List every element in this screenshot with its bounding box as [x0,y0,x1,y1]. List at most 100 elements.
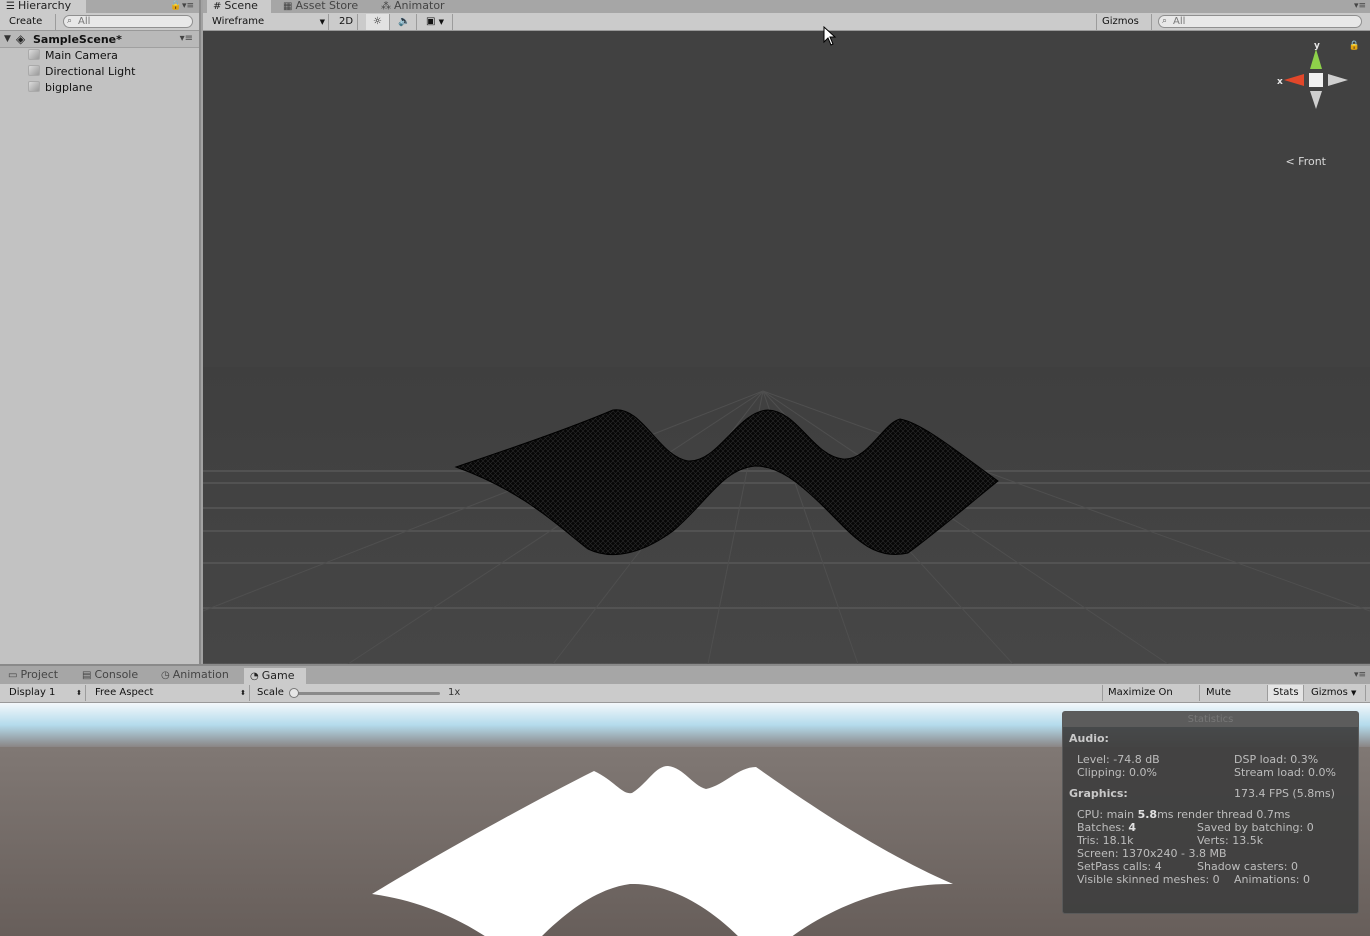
scene-toolbar: Wireframe ▼ 2D ☼ 🔈 ▣ ▼ Gizmos ▼ ⌕ All [203,13,1370,42]
center-cube[interactable] [1309,73,1323,87]
tab-animation[interactable]: ◷ Animation [155,669,241,682]
neg-y-axis-cone[interactable] [1310,91,1322,109]
game-gizmos-dropdown[interactable]: Gizmos ▼ [1306,685,1366,701]
hierarchy-toolbar: Create ▼ ⌕ All [0,13,199,42]
hierarchy-item[interactable]: bigplane [28,80,93,96]
list-icon: ☰ [6,1,15,12]
display-dropdown[interactable]: Display 1 ⬍ [4,685,86,701]
saved-by-batching: Saved by batching: 0 [1197,821,1314,834]
scene-tabstrip: # Scene ▦ Asset Store ⁂ Animator ▾≡ [203,0,1370,13]
cpu-suffix: ms render thread 0.7ms [1157,808,1291,821]
animator-icon: ⁂ [381,1,391,12]
create-dropdown[interactable]: Create ▼ [4,14,56,42]
scale-slider-knob[interactable] [289,688,299,698]
hierarchy-item[interactable]: Directional Light [28,64,135,80]
lock-icon[interactable]: 🔒 [170,1,181,11]
setpass-calls: SetPass calls: 4 [1077,860,1162,873]
shading-mode-dropdown[interactable]: Wireframe ▼ [207,14,329,30]
scale-value: 1x [448,687,461,698]
statistics-overlay: Statistics Audio: Level: -74.8 dB DSP lo… [1062,711,1359,914]
audio-clipping: Clipping: 0.0% [1077,766,1157,779]
bottom-tabstrip: ▭ Project ▤ Console ◷ Animation ◔ Game ▾≡ [0,666,1370,684]
panel-menu-icon[interactable]: ▾≡ [182,1,194,11]
scene-menu-icon[interactable]: ▾≡ [180,33,193,44]
gizmos-label: Gizmos [1102,16,1139,27]
mute-audio-toggle[interactable]: Mute Audio [1201,685,1268,714]
panel-menu-icon[interactable]: ▾≡ [1354,670,1366,680]
scene-panel: # Scene ▦ Asset Store ⁂ Animator ▾≡ Wirefra… [203,0,1370,664]
aspect-label: Free Aspect [95,687,154,698]
hierarchy-panel: ☰Hierarchy 🔒 ▾≡ Create ▼ ⌕ All ▼ ◈ Sample… [0,0,201,664]
scene-search-input[interactable]: ⌕ All [1158,15,1362,28]
display-label: Display 1 [9,687,56,698]
mouse-cursor-icon [823,26,837,46]
x-axis-cone[interactable] [1284,74,1304,86]
x-axis-label: x [1277,77,1283,87]
scene-render [203,31,1370,664]
tab-game-label: Game [261,669,295,682]
statistics-title: Statistics [1063,712,1358,727]
tab-project[interactable]: ▭ Project [2,669,74,682]
folder-icon: ▭ [8,670,18,681]
updown-arrow-icon: ⬍ [76,689,82,697]
speaker-icon: 🔈 [398,16,411,27]
dropdown-arrow-icon: ▼ [438,18,445,26]
floor-backdrop [203,367,1370,664]
toggle-2d-button[interactable]: 2D [334,14,358,30]
tab-hierarchy[interactable]: ☰ Hierarchy [0,0,86,13]
store-icon: ▦ [283,1,293,12]
gameobject-icon [28,49,40,60]
lighting-toggle[interactable]: ☼ [366,14,390,30]
scene-viewport[interactable]: y x 🔒 < Front [203,31,1370,664]
animations-count: Animations: 0 [1234,873,1311,886]
scene-gizmos-dropdown[interactable]: Gizmos ▼ [1096,14,1152,42]
gizmo-lock-icon[interactable]: 🔒 [1349,41,1360,51]
batches-readout: Batches: 4 [1077,821,1136,834]
hierarchy-item-label: bigplane [45,81,93,94]
tab-project-label: Project [20,668,59,681]
tab-console[interactable]: ▤ Console [76,669,152,682]
scene-search-placeholder: All [1173,16,1186,27]
tab-asset-store[interactable]: ▦ Asset Store [277,0,367,13]
tab-asset-store-label: Asset Store [295,0,359,12]
unity-scene-icon: ◈ [16,32,26,46]
create-label: Create [9,16,43,27]
skinned-meshes: Visible skinned meshes: 0 [1077,873,1220,886]
hierarchy-item-label: Main Camera [45,49,118,62]
verts-count: Verts: 13.5k [1197,834,1264,847]
batches-prefix: Batches: [1077,821,1129,834]
scale-slider-track[interactable] [294,692,440,695]
view-label-text: Front [1298,155,1326,168]
console-icon: ▤ [82,670,92,681]
shadow-casters: Shadow casters: 0 [1197,860,1298,873]
stats-toggle[interactable]: Stats [1268,685,1304,701]
image-icon: ▣ [426,16,436,27]
sun-icon: ☼ [373,16,382,27]
dropdown-arrow-icon: ▼ [319,18,325,26]
panel-menu-icon[interactable]: ▾≡ [1354,1,1366,11]
neg-x-axis-cone[interactable] [1328,74,1348,86]
hierarchy-tabstrip: ☰ Hierarchy 🔒 ▾≡ [0,0,199,13]
tab-animator[interactable]: ⁂ Animator [375,0,455,13]
stream-load: Stream load: 0.0% [1234,766,1336,779]
tab-game[interactable]: ◔ Game [244,668,306,684]
grid-icon: # [213,1,222,12]
tab-scene[interactable]: # Scene [207,0,271,13]
aspect-dropdown[interactable]: Free Aspect ⬍ [90,685,250,701]
game-toolbar: Display 1 ⬍ Free Aspect ⬍ Scale 1x Maximiz… [0,684,1370,714]
scene-orientation-gizmo[interactable]: y x [1276,39,1356,119]
hierarchy-search-input[interactable]: ⌕ All [63,15,193,28]
y-axis-cone[interactable] [1310,49,1322,69]
cpu-prefix: CPU: main [1077,808,1138,821]
hierarchy-item[interactable]: Main Camera [28,48,118,64]
stats-label: Stats [1273,687,1299,698]
cpu-readout: CPU: main 5.8ms render thread 0.7ms [1077,808,1290,821]
pacman-icon: ◔ [250,671,259,682]
maximize-on-play-toggle[interactable]: Maximize On Play [1102,685,1200,714]
audio-toggle[interactable]: 🔈 [393,14,417,30]
gameobject-icon [28,65,40,76]
view-label[interactable]: < Front [1285,155,1326,168]
collapse-arrow-icon[interactable]: ▼ [4,34,11,44]
scene-root-row[interactable]: ▼ ◈ SampleScene* ▾≡ [0,31,199,48]
effects-dropdown[interactable]: ▣ ▼ [421,14,453,30]
